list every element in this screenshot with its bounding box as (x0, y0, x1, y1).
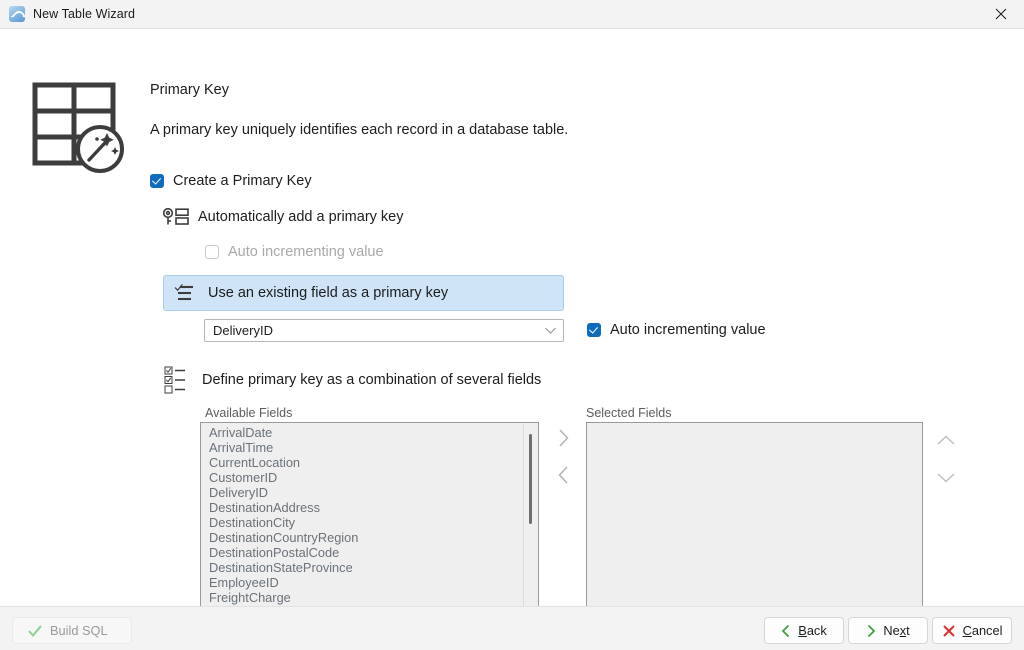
chevron-right-icon (868, 624, 876, 637)
list-item[interactable]: DestinationCountryRegion (209, 530, 524, 545)
move-field-up-button[interactable] (933, 427, 959, 453)
list-item[interactable]: DestinationCity (209, 515, 524, 530)
table-wizard-icon (32, 82, 124, 173)
scrollbar-thumb[interactable] (529, 434, 532, 524)
list-item[interactable]: DeliveryID (209, 485, 524, 500)
chevron-right-icon (558, 429, 569, 447)
option-label-combination: Define primary key as a combination of s… (202, 372, 542, 388)
available-fields-items: ArrivalDate ArrivalTime CurrentLocation Cus… (201, 423, 524, 606)
page-description: A primary key uniquely identifies each r… (150, 122, 569, 138)
available-fields-label: Available Fields (205, 406, 293, 420)
close-icon (995, 8, 1007, 19)
wizard-app-icon (9, 6, 25, 22)
create-primary-key-label: Create a Primary Key (173, 173, 312, 189)
checkbox-list-icon (164, 366, 185, 394)
selected-fields-label: Selected Fields (586, 406, 672, 420)
auto-increment-checkbox-top[interactable] (205, 245, 219, 259)
list-item[interactable]: DestinationPostalCode (209, 545, 524, 560)
next-label-pre: Ne (883, 623, 900, 638)
back-label: Back (798, 623, 826, 638)
cancel-button[interactable]: Cancel (932, 617, 1012, 644)
auto-increment-checkbox-row-right[interactable]: Auto incrementing value (587, 322, 766, 338)
check-icon (28, 624, 42, 637)
option-label-existing: Use an existing field as a primary key (208, 285, 449, 301)
list-item[interactable]: DestinationAddress (209, 500, 524, 515)
close-button[interactable] (978, 0, 1024, 27)
next-button[interactable]: Next (848, 617, 928, 644)
window-title: New Table Wizard (33, 7, 136, 21)
auto-increment-checkbox-row-top[interactable]: Auto incrementing value (205, 244, 384, 260)
option-define-combination[interactable]: Define primary key as a combination of s… (163, 363, 563, 397)
build-sql-label: Build SQL (50, 623, 108, 638)
list-item[interactable]: ArrivalDate (209, 425, 524, 440)
titlebar: New Table Wizard (0, 0, 1024, 29)
option-use-existing-field[interactable]: Use an existing field as a primary key (163, 275, 564, 311)
auto-increment-checkbox-right[interactable] (587, 323, 601, 337)
cancel-label-rest: ancel (971, 623, 1003, 638)
new-table-wizard-window: New Table Wizard Primary Key A primary k… (0, 0, 1024, 650)
list-item[interactable]: EmployeeID (209, 575, 524, 590)
page-title: Primary Key (150, 82, 229, 98)
chevron-up-icon (937, 434, 955, 445)
next-label-rest: t (906, 623, 910, 638)
option-label-automatic: Automatically add a primary key (198, 209, 404, 225)
primary-key-field-value: DeliveryID (213, 323, 273, 338)
key-rows-icon (162, 207, 189, 225)
auto-increment-label-top: Auto incrementing value (228, 244, 384, 260)
list-item[interactable]: CurrentLocation (209, 455, 524, 470)
wizard-content: Primary Key A primary key uniquely ident… (0, 29, 1024, 606)
selected-fields-items (587, 423, 908, 425)
create-primary-key-checkbox-row[interactable]: Create a Primary Key (150, 173, 312, 189)
list-item[interactable]: ArrivalTime (209, 440, 524, 455)
chevron-left-icon (781, 624, 790, 637)
available-fields-scrollbar[interactable] (523, 424, 537, 606)
back-button[interactable]: Back (764, 617, 844, 644)
list-item[interactable]: FreightCharge (209, 590, 524, 605)
available-fields-listbox[interactable]: ArrivalDate ArrivalTime CurrentLocation Cus… (200, 422, 539, 606)
back-label-rest: ack (806, 623, 827, 638)
move-field-left-button[interactable] (550, 462, 576, 488)
x-icon (942, 624, 955, 637)
chevron-down-icon (937, 472, 955, 483)
create-primary-key-checkbox[interactable] (150, 174, 164, 188)
option-automatically-add-primary-key[interactable]: Automatically add a primary key (162, 205, 562, 229)
cancel-accel-char: C (962, 623, 972, 638)
list-item[interactable]: DestinationStateProvince (209, 560, 524, 575)
move-field-right-button[interactable] (550, 425, 576, 451)
primary-key-field-dropdown[interactable]: DeliveryID (204, 319, 564, 342)
check-list-icon (174, 284, 193, 301)
cancel-label: Cancel (963, 623, 1003, 638)
list-item[interactable]: CustomerID (209, 470, 524, 485)
selected-fields-listbox[interactable] (586, 422, 923, 606)
auto-increment-label-right: Auto incrementing value (610, 322, 766, 338)
move-field-down-button[interactable] (933, 464, 959, 490)
build-sql-button[interactable]: Build SQL (12, 617, 132, 644)
chevron-down-icon (545, 327, 556, 334)
back-accel-char: B (798, 623, 807, 638)
next-label: Next (883, 623, 909, 638)
chevron-left-icon (557, 466, 568, 484)
